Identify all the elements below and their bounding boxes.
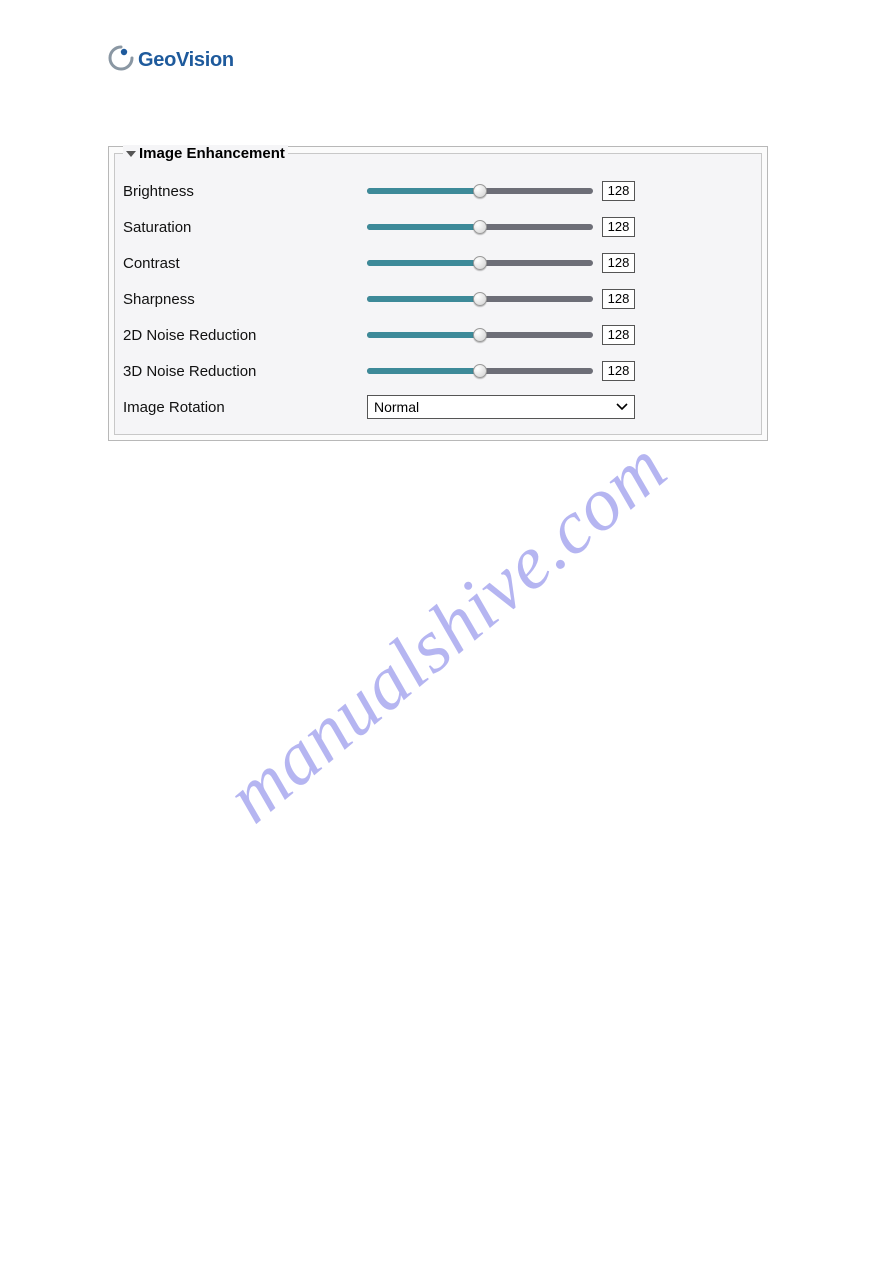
chevron-down-icon bbox=[616, 401, 628, 413]
sharpness-slider[interactable] bbox=[367, 296, 593, 302]
noise-3d-row: 3D Noise Reduction 128 bbox=[123, 353, 753, 389]
settings-rows: Brightness 128 Saturation 128 Contrast bbox=[115, 154, 761, 425]
contrast-value[interactable]: 128 bbox=[602, 253, 635, 273]
sharpness-value[interactable]: 128 bbox=[602, 289, 635, 309]
saturation-label: Saturation bbox=[123, 219, 367, 236]
saturation-row: Saturation 128 bbox=[123, 209, 753, 245]
logo-swirl-icon bbox=[108, 45, 134, 76]
slider-thumb-icon[interactable] bbox=[473, 256, 487, 270]
panel-title: Image Enhancement bbox=[139, 145, 285, 162]
contrast-slider[interactable] bbox=[367, 260, 593, 266]
image-rotation-select[interactable]: Normal bbox=[367, 395, 635, 419]
slider-thumb-icon[interactable] bbox=[473, 292, 487, 306]
contrast-row: Contrast 128 bbox=[123, 245, 753, 281]
noise-2d-row: 2D Noise Reduction 128 bbox=[123, 317, 753, 353]
image-rotation-label: Image Rotation bbox=[123, 399, 367, 416]
sharpness-row: Sharpness 128 bbox=[123, 281, 753, 317]
image-rotation-selected: Normal bbox=[374, 399, 616, 415]
slider-thumb-icon[interactable] bbox=[473, 220, 487, 234]
saturation-value[interactable]: 128 bbox=[602, 217, 635, 237]
image-enhancement-panel: Image Enhancement Brightness 128 Saturat… bbox=[108, 146, 768, 441]
watermark-text: manualshive.com bbox=[210, 423, 683, 840]
sharpness-label: Sharpness bbox=[123, 291, 367, 308]
brand-name: GeoVision bbox=[138, 49, 234, 72]
brightness-value[interactable]: 128 bbox=[602, 181, 635, 201]
panel-legend[interactable]: Image Enhancement bbox=[123, 145, 288, 162]
saturation-slider[interactable] bbox=[367, 224, 593, 230]
slider-thumb-icon[interactable] bbox=[473, 328, 487, 342]
collapse-arrow-icon bbox=[126, 151, 136, 157]
noise-2d-slider[interactable] bbox=[367, 332, 593, 338]
panel-inner: Image Enhancement Brightness 128 Saturat… bbox=[114, 153, 762, 435]
noise-3d-value[interactable]: 128 bbox=[602, 361, 635, 381]
page-content: GeoVision Image Enhancement Brightness 1… bbox=[108, 45, 768, 441]
slider-thumb-icon[interactable] bbox=[473, 364, 487, 378]
brightness-row: Brightness 128 bbox=[123, 173, 753, 209]
noise-2d-value[interactable]: 128 bbox=[602, 325, 635, 345]
contrast-label: Contrast bbox=[123, 255, 367, 272]
noise-3d-label: 3D Noise Reduction bbox=[123, 363, 367, 380]
slider-thumb-icon[interactable] bbox=[473, 184, 487, 198]
image-rotation-row: Image Rotation Normal bbox=[123, 389, 753, 425]
brand-logo: GeoVision bbox=[108, 45, 768, 76]
brightness-label: Brightness bbox=[123, 183, 367, 200]
brightness-slider[interactable] bbox=[367, 188, 593, 194]
noise-3d-slider[interactable] bbox=[367, 368, 593, 374]
noise-2d-label: 2D Noise Reduction bbox=[123, 327, 367, 344]
